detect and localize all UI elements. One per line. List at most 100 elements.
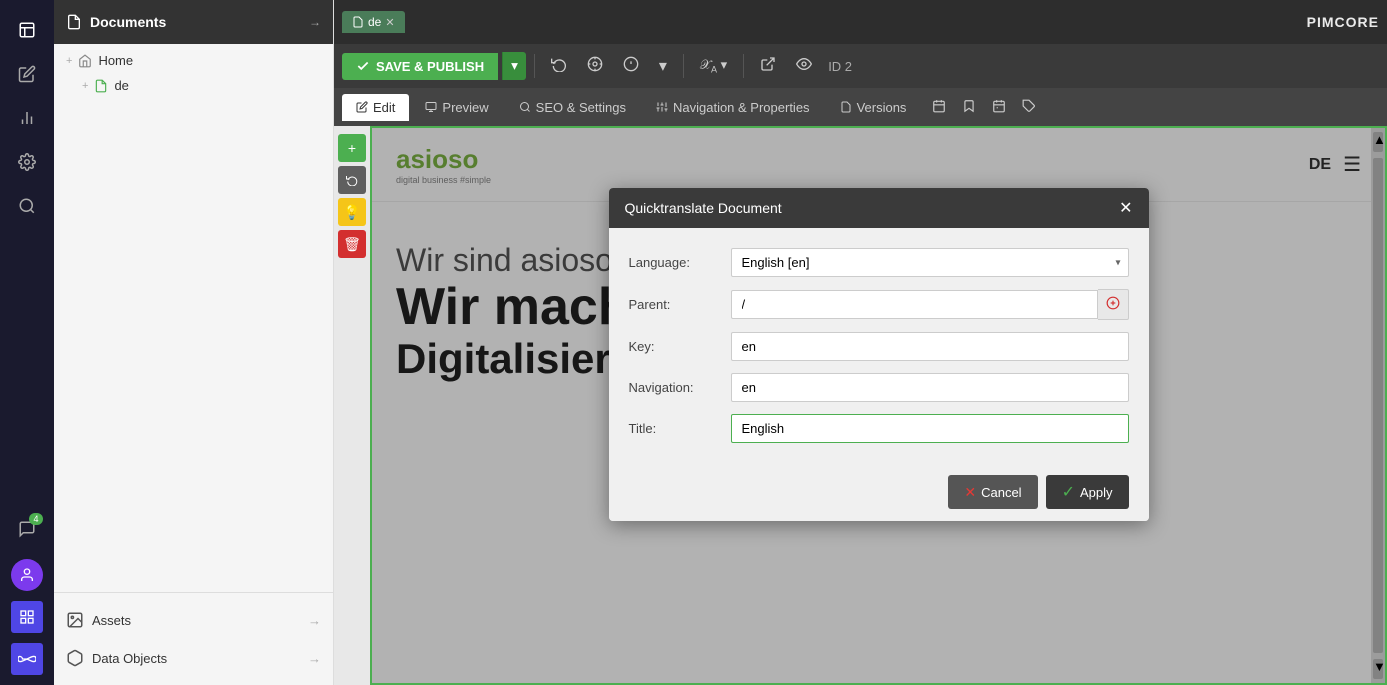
parent-row: Parent:: [629, 289, 1129, 320]
toolbar-refresh-btn[interactable]: [543, 50, 575, 83]
sidebar-icon-chart[interactable]: [7, 98, 47, 138]
tree-label-home: Home: [98, 53, 133, 68]
title-row: Title:: [629, 414, 1129, 443]
tree-de-add-icon: +: [82, 80, 88, 92]
cancel-button[interactable]: ✕ Cancel: [948, 475, 1037, 509]
assets-label: Assets: [92, 613, 131, 628]
de-file-icon: [94, 79, 108, 93]
assets-arrow: →: [308, 613, 321, 628]
toolbar-translate-btn[interactable]: 𝒳A ▾: [692, 51, 735, 81]
navigation-input[interactable]: [731, 373, 1129, 402]
refresh-block-btn[interactable]: [338, 166, 366, 194]
sidebar: 4: [0, 0, 54, 685]
sidebar-icon-user[interactable]: [11, 559, 43, 591]
data-objects-label: Data Objects: [92, 651, 167, 666]
main-area: de ✕ PIMCORE SAVE & PUBLISH ▾ ▾ 𝒳A ▾: [334, 0, 1387, 685]
language-row: Language: English [en] ▾: [629, 248, 1129, 277]
file-tree-panel: Documents → + Home + de Assets → Data Ob…: [54, 0, 334, 685]
tree-label-de: de: [114, 78, 128, 93]
tag-btn[interactable]: [1016, 95, 1042, 120]
add-block-btn[interactable]: +: [338, 134, 366, 162]
sidebar-icon-settings[interactable]: [7, 142, 47, 182]
file-tree-body: + Home + de: [54, 44, 333, 592]
file-tree-bottom: Assets → Data Objects →: [54, 592, 333, 685]
tab-seo[interactable]: SEO & Settings: [505, 94, 640, 121]
modal-close-btn[interactable]: ✕: [1119, 198, 1132, 218]
sidebar-icon-edit[interactable]: [7, 54, 47, 94]
file-tree-title: Documents: [90, 14, 166, 30]
tab-close-btn[interactable]: ✕: [385, 16, 394, 29]
cancel-icon: ✕: [964, 484, 976, 501]
sidebar-icon-documents[interactable]: [7, 10, 47, 50]
delete-block-btn[interactable]: 🗑: [338, 230, 366, 258]
tree-item-home[interactable]: + Home: [54, 48, 333, 73]
calendar-btn[interactable]: [926, 95, 952, 120]
save-check-icon: [356, 59, 370, 73]
tab-preview[interactable]: Preview: [411, 94, 502, 121]
sidebar-icon-grid[interactable]: [11, 601, 43, 633]
apply-button[interactable]: ✓ Apply: [1046, 475, 1129, 509]
key-input[interactable]: [731, 332, 1129, 361]
toolbar-info-btn[interactable]: [615, 50, 647, 83]
tab-edit-label: Edit: [373, 100, 395, 115]
toolbar-preview-btn[interactable]: [788, 50, 820, 83]
toolbar-sep-1: [534, 54, 535, 78]
tree-item-de[interactable]: + de: [54, 73, 333, 98]
language-select[interactable]: English [en]: [731, 248, 1129, 277]
tab-versions-label: Versions: [857, 100, 907, 115]
tree-add-icon: +: [66, 55, 72, 67]
seo-tab-icon: [519, 101, 531, 113]
assets-icon: [66, 611, 84, 629]
modal-footer: ✕ Cancel ✓ Apply: [609, 463, 1149, 521]
nav-tab-icon: [656, 101, 668, 113]
toolbar-open-btn[interactable]: [752, 50, 784, 83]
file-tree-header: Documents →: [54, 0, 333, 44]
de-tab[interactable]: de ✕: [342, 11, 405, 33]
parent-input-wrapper: [731, 289, 1129, 320]
tab-seo-label: SEO & Settings: [536, 100, 626, 115]
apply-check-icon: ✓: [1062, 482, 1075, 502]
page-preview: ‹ asioso digital business #simple DE ☰ W…: [370, 126, 1387, 685]
tab-nav-label: Navigation & Properties: [673, 100, 810, 115]
tab-preview-label: Preview: [442, 100, 488, 115]
chat-badge: 4: [29, 513, 43, 525]
toolbar-target-btn[interactable]: [579, 50, 611, 83]
tab-versions[interactable]: Versions: [826, 94, 921, 121]
save-publish-dropdown-btn[interactable]: ▾: [502, 52, 526, 80]
toolbar-id: ID 2: [828, 59, 852, 74]
toolbar-sep-3: [743, 54, 744, 78]
parent-label: Parent:: [629, 297, 719, 312]
sidebar-icon-search[interactable]: [7, 186, 47, 226]
modal-header: Quicktranslate Document ✕: [609, 188, 1149, 228]
tab-edit[interactable]: Edit: [342, 94, 409, 121]
navigation-row: Navigation:: [629, 373, 1129, 402]
title-label: Title:: [629, 421, 719, 436]
parent-input[interactable]: [731, 290, 1098, 319]
language-select-wrapper: English [en] ▾: [731, 248, 1129, 277]
save-publish-button[interactable]: SAVE & PUBLISH: [342, 53, 498, 80]
bulb-btn[interactable]: 💡: [338, 198, 366, 226]
key-row: Key:: [629, 332, 1129, 361]
parent-picker-btn[interactable]: [1098, 289, 1129, 320]
language-label: Language:: [629, 255, 719, 270]
sidebar-icon-chat[interactable]: 4: [7, 509, 47, 549]
quicktranslate-modal: Quicktranslate Document ✕ Language: Engl…: [609, 188, 1149, 521]
data-objects-arrow: →: [308, 651, 321, 666]
edit-tab-icon: [356, 101, 368, 113]
key-label: Key:: [629, 339, 719, 354]
cancel-label: Cancel: [981, 485, 1021, 500]
left-tools: + 💡 🗑: [334, 126, 370, 266]
toolbar: SAVE & PUBLISH ▾ ▾ 𝒳A ▾ ID 2: [334, 44, 1387, 88]
schedule-btn[interactable]: [986, 95, 1012, 120]
modal-title: Quicktranslate Document: [625, 200, 782, 216]
sidebar-icon-infinity[interactable]: [11, 643, 43, 675]
toolbar-more-btn[interactable]: ▾: [651, 50, 675, 82]
assets-nav-item[interactable]: Assets →: [54, 601, 333, 639]
toolbar-sep-2: [683, 54, 684, 78]
tab-navigation[interactable]: Navigation & Properties: [642, 94, 824, 121]
data-objects-nav-item[interactable]: Data Objects →: [54, 639, 333, 677]
apply-label: Apply: [1080, 485, 1113, 500]
bookmark-btn[interactable]: [956, 95, 982, 120]
title-input[interactable]: [731, 414, 1129, 443]
pimcore-logo: PIMCORE: [1307, 14, 1379, 30]
